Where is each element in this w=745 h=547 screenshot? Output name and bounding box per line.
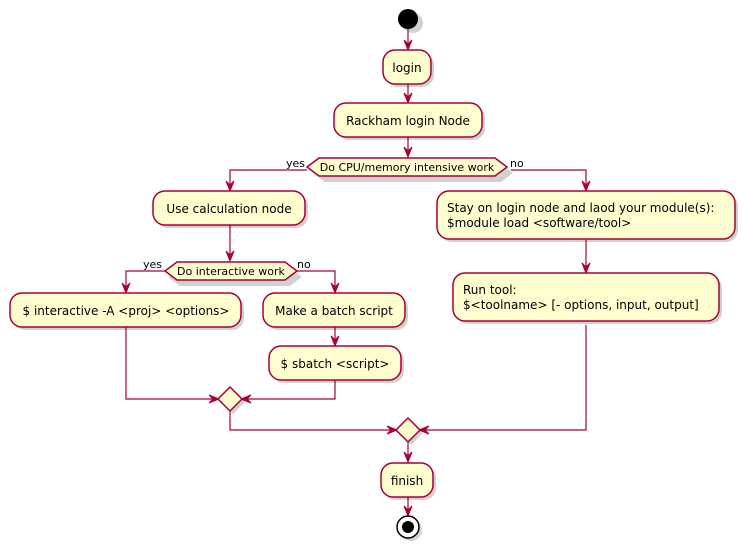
activity-interactive-command: $ interactive -A <proj> <options> [9, 292, 244, 330]
activity-rackham: Rackham login Node [333, 102, 485, 140]
decision-interactive-label: Do interactive work [177, 265, 286, 278]
activity-sbatch: $ sbatch <script> [268, 345, 404, 383]
guard-d1-yes: yes [286, 157, 305, 170]
guard-d2-no: no [297, 258, 311, 271]
activity-run-line1: Run tool: [463, 283, 517, 297]
activity-finish: finish [380, 462, 436, 500]
activity-diagram: login Rackham login Node Do CPU/memory i… [9, 9, 738, 541]
edge-d2-no [297, 270, 336, 291]
activity-login-label: login [392, 61, 421, 75]
edge-merge1-merge2 [229, 411, 395, 431]
edge-d1-no [511, 169, 587, 189]
merge-diamond-outer [394, 416, 423, 445]
end-node [396, 515, 422, 541]
guard-d2-yes: yes [143, 258, 162, 271]
edge-d2-yes [125, 270, 165, 291]
activity-run-tool: Run tool: $<toolname> [- options, input,… [452, 272, 722, 324]
decision-interactive: Do interactive work [163, 261, 302, 286]
decision-cpu-memory: Do CPU/memory intensive work [305, 157, 513, 182]
edge-d1-yes [229, 169, 307, 189]
edge-interactive-merge1 [125, 327, 217, 400]
activity-calculation-node-label: Use calculation node [166, 202, 291, 216]
activity-login: login [382, 49, 434, 87]
activity-batch-script: Make a batch script [262, 292, 408, 330]
activity-batch-script-label: Make a batch script [275, 304, 393, 318]
activity-finish-label: finish [391, 474, 423, 488]
start-node [398, 9, 423, 33]
activity-stay-line1: Stay on login node and laod your module(… [447, 201, 714, 215]
decision-cpu-memory-label: Do CPU/memory intensive work [320, 161, 495, 174]
activity-stay-login-node: Stay on login node and laod your module(… [436, 190, 738, 242]
merge-diamond-inner [216, 385, 245, 414]
activity-run-line2: $<toolname> [- options, input, output] [463, 298, 699, 312]
edge-run-merge2 [421, 325, 587, 431]
activity-calculation-node: Use calculation node [152, 190, 308, 228]
activity-stay-line2: $module load <software/tool> [447, 216, 631, 230]
guard-d1-no: no [510, 157, 524, 170]
activity-sbatch-label: $ sbatch <script> [281, 357, 390, 371]
activity-rackham-label: Rackham login Node [346, 114, 470, 128]
activity-interactive-command-label: $ interactive -A <proj> <options> [23, 304, 230, 318]
